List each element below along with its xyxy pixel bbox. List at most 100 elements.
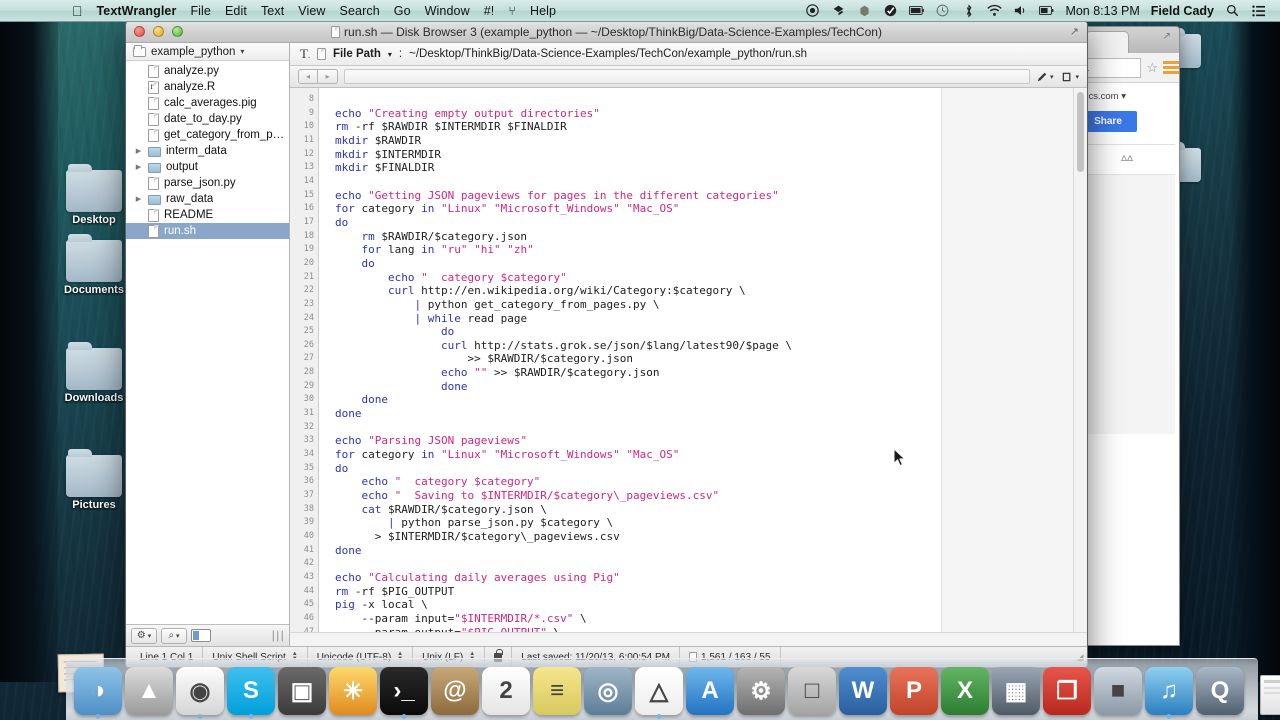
- sidebar-item-calc-averages-pig[interactable]: calc_averages.pig: [126, 95, 289, 111]
- star-icon[interactable]: ☆: [1146, 60, 1158, 76]
- menu-item-file[interactable]: File: [190, 4, 211, 18]
- nav-history-arrows[interactable]: ◂ ▸: [298, 69, 338, 84]
- disclosure-triangle-icon[interactable]: ▶: [134, 163, 143, 171]
- dock-item-iphoto[interactable]: ◎: [584, 667, 632, 715]
- text-options-icon[interactable]: T.: [300, 46, 310, 62]
- disclosure-triangle-icon[interactable]: ▶: [134, 147, 143, 155]
- sidebar-item-analyze-r[interactable]: analyze.R: [126, 79, 289, 95]
- menu-item-textwrangler[interactable]: TextWrangler: [97, 4, 177, 18]
- menu-item-shebang[interactable]: #!: [484, 4, 495, 18]
- browser-tab[interactable]: [1085, 31, 1129, 53]
- sidebar-search-button[interactable]: ⌕ ▾: [161, 627, 187, 644]
- editor-nav-bar[interactable]: ◂ ▸ ▾ ▾: [290, 66, 1087, 88]
- sidebar-item-raw-data[interactable]: ▶ raw_data: [126, 191, 289, 207]
- dock-minimized-window-1[interactable]: [1260, 675, 1280, 715]
- volume-icon[interactable]: [1013, 3, 1028, 18]
- dock-item-calendar[interactable]: 2: [482, 667, 530, 715]
- desktop-icon-pictures[interactable]: Pictures: [52, 449, 136, 511]
- editor-horizontal-scrollbar[interactable]: [290, 632, 1087, 646]
- desktop-icon-documents[interactable]: Documents: [52, 234, 136, 296]
- background-browser-window[interactable]: close-icon ↗ … ☆ ytics.com ▾ Share ▵▵: [1074, 26, 1180, 646]
- dock-item-app-store[interactable]: A: [686, 667, 734, 715]
- file-browser-sidebar[interactable]: example_python ▾ analyze.py analyze.R calc…: [126, 43, 290, 646]
- menu-item-search[interactable]: Search: [340, 4, 380, 18]
- checkmark-badge-icon[interactable]: [883, 3, 898, 18]
- apple-menu-icon[interactable]: : [72, 3, 83, 19]
- dock-item-chrome[interactable]: ◉: [176, 667, 224, 719]
- notification-center-icon[interactable]: [1251, 3, 1266, 18]
- pane-toggle-icon[interactable]: [191, 629, 211, 642]
- sidebar-item-output[interactable]: ▶ output: [126, 159, 289, 175]
- nav-function-popup[interactable]: [344, 69, 1030, 84]
- disclosure-triangle-icon[interactable]: ▶: [134, 195, 143, 203]
- dock-item-itunes[interactable]: ♫: [1145, 667, 1193, 719]
- menu-item-help[interactable]: Help: [530, 4, 556, 18]
- dock-item-terminal[interactable]: ›_: [380, 667, 428, 719]
- menu-bar-username[interactable]: Field Cady: [1151, 4, 1214, 18]
- dock-item-contacts[interactable]: @: [431, 667, 479, 715]
- dock-item-excel[interactable]: X: [941, 667, 989, 715]
- editor-vertical-scrollbar[interactable]: [1073, 88, 1087, 632]
- dock-item-quicktime[interactable]: Q: [1196, 667, 1244, 715]
- dock-item-powerpoint[interactable]: P: [890, 667, 938, 715]
- search-icon[interactable]: [1225, 3, 1240, 18]
- sidebar-footer-toolbar[interactable]: ⚙ ▾ ⌕ ▾ ∣∣∣: [126, 624, 289, 646]
- desktop-icon-desktop[interactable]: Desktop: [52, 164, 136, 226]
- dock-item-screenflow[interactable]: ▣: [278, 667, 326, 715]
- package-icon[interactable]: [857, 3, 872, 18]
- dock-item-word[interactable]: W: [839, 667, 887, 715]
- dropbox-icon[interactable]: [831, 3, 846, 18]
- menu-item-script-icon[interactable]: ⑂: [508, 4, 516, 18]
- document-icon[interactable]: [316, 48, 326, 60]
- dock[interactable]: ◑ ▲ ◉ S ▣ ✳ ›_ @2 ≡ ◎ △ A ⚙ □ W P X ▦ ❐ ■ ♫ Q: [66, 658, 1280, 720]
- scrollbar-thumb[interactable]: [1077, 92, 1084, 172]
- window-title-bar[interactable]: run.sh — Disk Browser 3 (example_python …: [126, 21, 1087, 43]
- dock-item-remote-desktop[interactable]: ■: [1094, 667, 1142, 715]
- hamburger-menu-icon[interactable]: [1163, 61, 1179, 74]
- dock-item-skype[interactable]: S: [227, 667, 275, 719]
- textwrangler-window[interactable]: run.sh — Disk Browser 3 (example_python …: [125, 20, 1088, 668]
- sidebar-item-parse-json-py[interactable]: parse_json.py: [126, 175, 289, 191]
- dock-item-finder[interactable]: ◑: [74, 667, 122, 719]
- expand-icon[interactable]: ↗: [1163, 31, 1171, 42]
- sidebar-item-readme[interactable]: README: [126, 207, 289, 223]
- book-button[interactable]: ▾: [1061, 71, 1079, 83]
- chevron-up-icon[interactable]: ▵▵: [1079, 144, 1175, 174]
- dock-item-virtualbox[interactable]: ▦: [992, 667, 1040, 715]
- menu-item-text[interactable]: Text: [261, 4, 284, 18]
- sidebar-file-list[interactable]: analyze.py analyze.R calc_averages.pigdate…: [126, 61, 289, 624]
- dock-item-screen-sharing[interactable]: ❐: [1043, 667, 1091, 715]
- clock-icon[interactable]: [935, 3, 950, 18]
- nav-back-button[interactable]: ◂: [298, 69, 318, 84]
- menu-item-go[interactable]: Go: [394, 4, 411, 18]
- sidebar-item-run-sh[interactable]: run.sh: [126, 223, 289, 239]
- dock-item-google-drive[interactable]: △: [635, 667, 683, 719]
- dock-item-system-prefs[interactable]: ⚙: [737, 667, 785, 715]
- record-icon[interactable]: [805, 3, 820, 18]
- menu-item-edit[interactable]: Edit: [225, 4, 247, 18]
- sidebar-item-interm-data[interactable]: ▶ interm_data: [126, 143, 289, 159]
- chevron-down-icon[interactable]: ▾: [388, 50, 392, 59]
- resize-grip[interactable]: ∣∣∣: [271, 629, 285, 642]
- pencil-button[interactable]: ▾: [1036, 71, 1053, 83]
- desktop-icon-downloads[interactable]: Downloads: [52, 342, 136, 404]
- dock-item-wolfram[interactable]: ✳: [329, 667, 377, 715]
- wifi-icon[interactable]: [987, 3, 1003, 18]
- sidebar-item-analyze-py[interactable]: analyze.py: [126, 63, 289, 79]
- sidebar-item-date-to-day-py[interactable]: date_to_day.py: [126, 111, 289, 127]
- nav-forward-button[interactable]: ▸: [318, 69, 338, 84]
- dock-item-preview[interactable]: □: [788, 667, 836, 715]
- bluetooth-icon[interactable]: [961, 3, 976, 18]
- battery-full-icon[interactable]: [909, 3, 925, 18]
- menu-item-window[interactable]: Window: [425, 4, 470, 18]
- fullscreen-icon[interactable]: ↗: [1070, 25, 1079, 38]
- menu-bar-clock[interactable]: Mon 8:13 PM: [1065, 4, 1139, 18]
- settings-gear-button[interactable]: ⚙ ▾: [131, 627, 157, 644]
- code-editor-area[interactable]: 8 9 10 11 12 13 14 15 16 17 18 19 20 21 22 23 24 25 26 27 28…: [290, 88, 1087, 632]
- file-path-bar[interactable]: T. File Path ▾ : ~/Desktop/ThinkBig/Data…: [290, 43, 1087, 66]
- dock-item-stickies[interactable]: ≡: [533, 667, 581, 715]
- chevron-down-icon[interactable]: ▾: [240, 47, 244, 56]
- battery-icon[interactable]: [1039, 3, 1054, 18]
- sidebar-item-get-category-from-p-[interactable]: get_category_from_p…: [126, 127, 289, 143]
- dock-item-launchpad[interactable]: ▲: [125, 667, 173, 715]
